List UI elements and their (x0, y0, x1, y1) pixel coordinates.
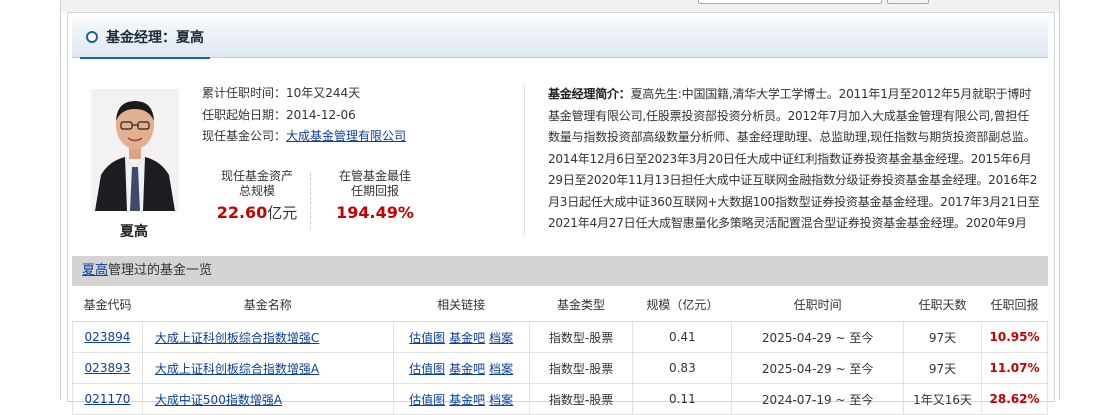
funds-section-title: 管理过的基金一览 (108, 263, 213, 278)
search-button[interactable] (887, 0, 929, 4)
col-header-type: 基金类型 (529, 287, 633, 322)
section-divider (524, 85, 525, 235)
funds-section-header: 夏高管理过的基金一览 (72, 256, 1048, 286)
table-row: 023894 大成上证科创板综合指数增强C 估值图 基金吧 档案 指数型-股票 0.… (72, 321, 1049, 353)
tenure-value: 10年又244天 (286, 86, 361, 100)
page-frame: 基金经理：夏高 夏高 累计任职时间：10年又244天 任职起始日期：2014-1… (60, 0, 1060, 415)
fund-period: 2024-07-19 ~ 至今 (731, 383, 905, 415)
company-link[interactable]: 大成基金管理有限公司 (286, 129, 406, 143)
bio-label: 基金经理简介： (548, 87, 631, 101)
table-header-row: 基金代码 基金名称 相关链接 基金类型 规模（亿元） 任职时间 任职天数 任职回… (72, 287, 1048, 322)
fund-size: 0.83 (632, 352, 733, 384)
fund-profile-link[interactable]: 档案 (489, 331, 513, 345)
fund-code-link[interactable]: 023893 (85, 361, 131, 375)
fund-type: 指数型-股票 (528, 352, 634, 384)
fund-code-link[interactable]: 023894 (85, 330, 131, 344)
tenure-row: 累计任职时间：10年又244天 (202, 86, 361, 100)
col-header-period: 任职时间 (731, 287, 904, 322)
fund-return: 10.95% (980, 321, 1049, 353)
manager-info: 累计任职时间：10年又244天 任职起始日期：2014-12-06 现任基金公司… (202, 83, 406, 148)
title-bar: 基金经理：夏高 (72, 17, 1048, 59)
fund-size: 0.11 (632, 383, 733, 415)
manager-photo-image (91, 89, 179, 211)
best-return-value: 194.49% (336, 203, 414, 222)
fund-size: 0.41 (632, 321, 733, 353)
start-date-row: 任职起始日期：2014-12-06 (202, 107, 356, 122)
manager-panel: 基金经理：夏高 夏高 累计任职时间：10年又244天 任职起始日期：2014-1… (67, 12, 1055, 415)
aum-unit: 亿元 (267, 204, 298, 222)
fund-days: 1年又16天 (903, 383, 982, 415)
circle-icon (86, 31, 98, 43)
company-row: 现任基金公司：大成基金管理有限公司 (202, 129, 407, 143)
valuation-chart-link[interactable]: 估值图 (409, 362, 445, 376)
col-header-links: 相关链接 (393, 287, 530, 322)
manager-photo (91, 89, 179, 211)
fund-return: 11.07% (980, 352, 1049, 384)
fund-days: 97天 (903, 352, 982, 384)
aum-value: 22.60 (216, 203, 268, 222)
fund-code-link[interactable]: 021170 (85, 392, 131, 406)
stat-divider (310, 173, 312, 229)
table-row: 021170 大成中证500指数增强A 估值图 基金吧 档案 指数型-股票 0.11… (72, 383, 1049, 415)
aum-stat: 现任基金资产 总规模 22.60亿元 (216, 169, 298, 222)
fund-return: 28.62% (980, 383, 1049, 415)
col-header-return: 任职回报 (981, 287, 1048, 322)
title-tab: 基金经理：夏高 (80, 17, 210, 59)
fund-name-link[interactable]: 大成上证科创板综合指数增强C (155, 331, 319, 345)
funds-manager-link[interactable]: 夏高 (82, 263, 108, 278)
manager-stats: 现任基金资产 总规模 22.60亿元 在管基金最佳 任期回报 194.49% (202, 169, 414, 229)
manager-bio: 基金经理简介：夏高先生:中国国籍,清华大学工学博士。2011年1月至2012年5… (548, 84, 1040, 234)
fund-type: 指数型-股票 (528, 383, 634, 415)
fund-profile-link[interactable]: 档案 (489, 362, 513, 376)
funds-table: 基金代码 基金名称 相关链接 基金类型 规模（亿元） 任职时间 任职天数 任职回… (72, 287, 1049, 415)
manager-name: 夏高 (120, 224, 148, 240)
search-input[interactable] (698, 0, 882, 4)
page-title: 基金经理：夏高 (106, 30, 204, 46)
valuation-chart-link[interactable]: 估值图 (409, 331, 445, 345)
start-date-value: 2014-12-06 (286, 107, 356, 122)
col-header-name: 基金名称 (142, 287, 394, 322)
best-return-stat: 在管基金最佳 任期回报 194.49% (320, 169, 430, 222)
fund-forum-link[interactable]: 基金吧 (449, 362, 485, 376)
col-header-days: 任职天数 (903, 287, 982, 322)
table-row: 023893 大成上证科创板综合指数增强A 估值图 基金吧 档案 指数型-股票 0.… (72, 352, 1049, 384)
col-header-size: 规模（亿元） (632, 287, 732, 322)
fund-forum-link[interactable]: 基金吧 (449, 331, 485, 345)
fund-period: 2025-04-29 ~ 至今 (731, 352, 905, 384)
fund-days: 97天 (903, 321, 982, 353)
bio-text: 夏高先生:中国国籍,清华大学工学博士。2011年1月至2012年5月就职于博时基… (548, 87, 1040, 230)
fund-name-link[interactable]: 大成上证科创板综合指数增强A (155, 362, 319, 376)
fund-period: 2025-04-29 ~ 至今 (731, 321, 905, 353)
fund-type: 指数型-股票 (528, 321, 634, 353)
col-header-code: 基金代码 (72, 287, 143, 322)
